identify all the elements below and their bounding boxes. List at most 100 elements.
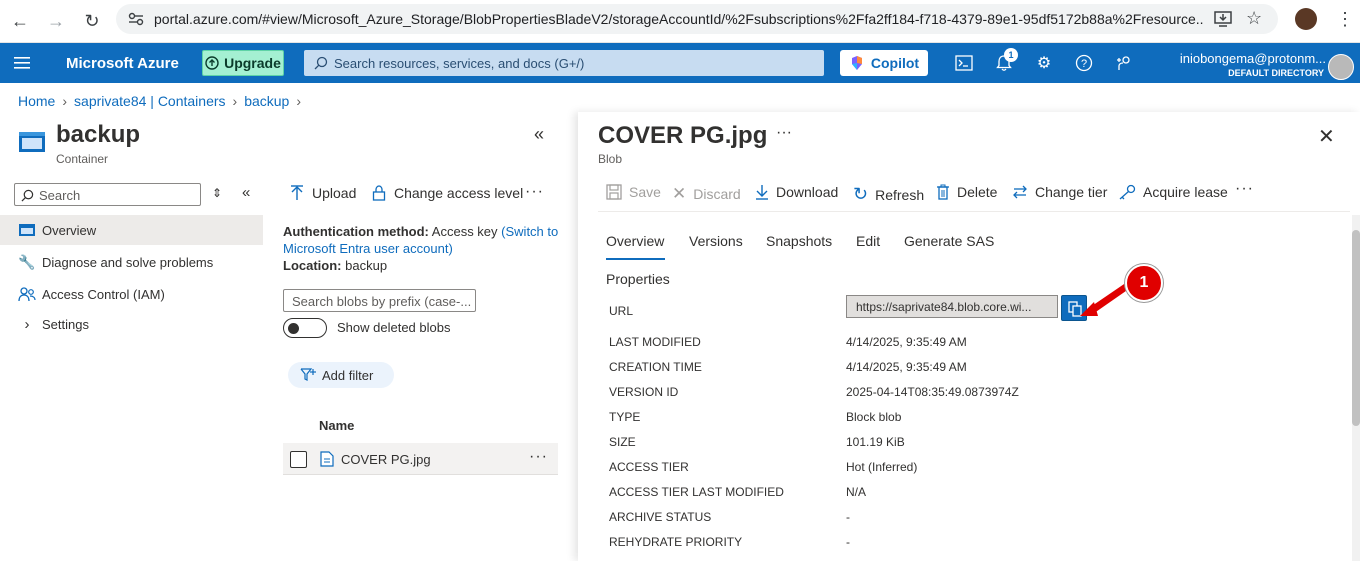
address-bar[interactable]: portal.azure.com/#view/Microsoft_Azure_S… (116, 4, 1278, 34)
auth-method-info: Authentication method: Access key (Switc… (283, 223, 568, 257)
menu-item-iam[interactable]: Access Control (IAM) (0, 279, 263, 309)
feedback-icon[interactable] (1114, 53, 1134, 73)
show-deleted-toggle[interactable] (283, 318, 327, 338)
bookmark-star-icon[interactable]: ☆ (1246, 8, 1262, 29)
blob-properties-blade: COVER PG.jpg Blob ··· ✕ Save ✕ Discard D… (578, 112, 1360, 561)
people-icon (18, 287, 36, 302)
browser-menu-icon[interactable]: ⋮ (1336, 9, 1354, 30)
swap-arrows-icon (1013, 185, 1027, 199)
brand-title[interactable]: Microsoft Azure (66, 55, 179, 72)
add-filter-button[interactable]: Add filter (288, 362, 394, 388)
property-value: - (846, 510, 850, 524)
tab-edit[interactable]: Edit (856, 233, 880, 249)
commands-more-icon[interactable]: ··· (1235, 180, 1254, 198)
blob-prefix-search-input[interactable]: Search blobs by prefix (case-... (283, 289, 476, 312)
menu-item-label: Diagnose and solve problems (42, 254, 214, 270)
property-value: 101.19 KiB (846, 435, 905, 449)
menu-item-settings[interactable]: › Settings (0, 309, 263, 339)
table-row[interactable]: COVER PG.jpg ··· (283, 443, 558, 475)
site-settings-icon[interactable] (128, 12, 144, 26)
property-key: ACCESS TIER (609, 460, 689, 474)
cloud-shell-icon[interactable] (954, 53, 974, 73)
save-button[interactable]: Save (606, 184, 661, 200)
file-icon (320, 451, 334, 467)
property-key: TYPE (609, 410, 641, 424)
delete-label: Delete (957, 184, 998, 200)
property-key: SIZE (609, 435, 636, 449)
search-icon (314, 56, 328, 70)
acquire-lease-button[interactable]: Acquire lease (1118, 184, 1228, 200)
menu-item-diagnose[interactable]: 🔧 Diagnose and solve problems (0, 247, 263, 277)
download-button[interactable]: Download (755, 184, 838, 200)
save-label: Save (629, 184, 661, 200)
url-text[interactable]: portal.azure.com/#view/Microsoft_Azure_S… (154, 11, 1204, 27)
azure-top-bar: Microsoft Azure Upgrade Search resources… (0, 43, 1360, 83)
forward-arrow-icon[interactable]: → (44, 9, 68, 33)
property-value: 4/14/2025, 9:35:49 AM (846, 360, 967, 374)
property-value: 2025-04-14T08:35:49.0873974Z (846, 385, 1019, 399)
row-checkbox[interactable] (290, 451, 307, 468)
property-value: Hot (Inferred) (846, 460, 918, 474)
user-account-name[interactable]: iniobongema@protonm... (1150, 51, 1326, 66)
breadcrumb-backup[interactable]: backup (244, 93, 289, 109)
menu-item-overview[interactable]: Overview (0, 215, 263, 245)
user-avatar[interactable] (1328, 54, 1354, 80)
collapse-menu-icon[interactable]: « (242, 184, 250, 201)
property-key-url: URL (609, 304, 634, 318)
settings-gear-icon[interactable]: ⚙ (1034, 53, 1054, 73)
lock-icon (372, 185, 386, 201)
copilot-button[interactable]: Copilot (840, 50, 928, 76)
property-key: CREATION TIME (609, 360, 702, 374)
refresh-button[interactable]: ↻ Refresh (853, 184, 924, 205)
sort-icon[interactable]: ⇕ (212, 186, 222, 200)
tab-versions[interactable]: Versions (689, 233, 743, 249)
tab-overview[interactable]: Overview (606, 233, 664, 249)
scrollbar-thumb[interactable] (1352, 230, 1360, 426)
property-value: N/A (846, 485, 867, 499)
back-arrow-icon[interactable]: ← (8, 9, 32, 33)
hamburger-menu-icon[interactable] (14, 56, 30, 70)
location-info: Location: backup (283, 258, 387, 273)
title-more-icon[interactable]: ··· (776, 124, 792, 142)
reload-icon[interactable]: ↻ (80, 9, 104, 33)
add-filter-label: Add filter (322, 367, 374, 383)
upgrade-button[interactable]: Upgrade (202, 50, 284, 76)
close-icon[interactable]: ✕ (1318, 124, 1335, 149)
url-readonly-field[interactable]: https://saprivate84.blob.core.wi... (846, 295, 1058, 318)
change-access-level-button[interactable]: Change access level (372, 185, 523, 201)
help-icon[interactable]: ? (1074, 53, 1094, 73)
discard-button[interactable]: ✕ Discard (672, 184, 741, 204)
row-more-icon[interactable]: ··· (529, 448, 548, 466)
change-tier-label: Change tier (1035, 184, 1108, 200)
name-column-header[interactable]: Name (319, 418, 354, 433)
key-icon (1119, 184, 1136, 200)
more-actions-icon[interactable]: ··· (525, 183, 544, 201)
blob-name-link[interactable]: COVER PG.jpg (341, 452, 431, 467)
property-key: VERSION ID (609, 385, 679, 399)
breadcrumb-containers[interactable]: saprivate84 | Containers (74, 93, 226, 109)
page-subtitle: Container (56, 152, 109, 166)
install-app-icon[interactable] (1214, 11, 1232, 27)
auth-method-value: Access key (431, 224, 498, 239)
breadcrumb-home[interactable]: Home (18, 93, 55, 109)
menu-search-input[interactable]: Search (14, 183, 201, 206)
toggle-knob (288, 323, 299, 334)
command-bar-divider (598, 211, 1350, 212)
tab-snapshots[interactable]: Snapshots (766, 233, 832, 249)
upload-button[interactable]: Upload (290, 185, 356, 201)
location-value: backup (345, 258, 388, 273)
change-tier-button[interactable]: Change tier (1012, 184, 1107, 200)
properties-heading: Properties (606, 271, 670, 287)
user-directory: DEFAULT DIRECTORY (1228, 68, 1324, 78)
trash-icon (937, 184, 949, 200)
property-key: LAST MODIFIED (609, 335, 701, 349)
change-access-label: Change access level (394, 185, 524, 201)
delete-button[interactable]: Delete (936, 184, 997, 200)
download-label: Download (776, 184, 839, 200)
upgrade-label: Upgrade (224, 55, 281, 71)
tab-generate-sas[interactable]: Generate SAS (904, 233, 994, 249)
profile-avatar[interactable] (1295, 8, 1317, 30)
global-search-input[interactable]: Search resources, services, and docs (G+… (304, 50, 824, 76)
acquire-lease-label: Acquire lease (1143, 184, 1228, 200)
collapse-blade-icon[interactable]: « (534, 124, 544, 145)
